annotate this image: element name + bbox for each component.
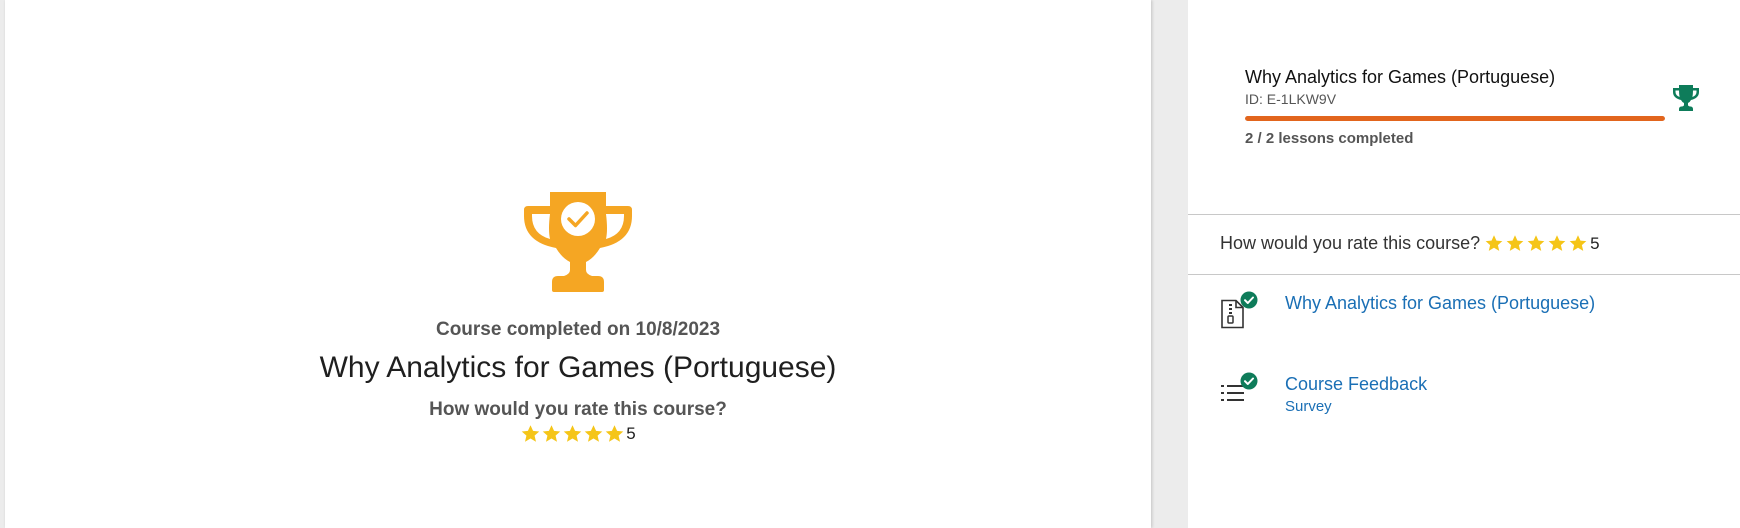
progress-bar	[1245, 116, 1665, 121]
sidebar-rating[interactable]: How would you rate this course? 5	[1220, 233, 1600, 254]
lesson-title-link[interactable]: Why Analytics for Games (Portuguese)	[1285, 293, 1595, 314]
course-sidebar: Why Analytics for Games (Portuguese) ID:…	[1188, 0, 1740, 528]
star-icon[interactable]	[1547, 234, 1567, 253]
check-circle-icon	[1240, 291, 1258, 309]
star-icon[interactable]	[583, 424, 604, 444]
rating-question: How would you rate this course?	[429, 399, 727, 420]
course-title: Why Analytics for Games (Portuguese)	[319, 351, 837, 384]
lesson-text: Why Analytics for Games (Portuguese)	[1285, 293, 1595, 329]
lesson-icon-wrap	[1220, 291, 1260, 329]
star-rating[interactable]: 5	[520, 424, 636, 444]
star-icon[interactable]	[562, 424, 583, 444]
divider	[1188, 274, 1740, 275]
trophy-check-icon	[524, 192, 632, 292]
star-icon[interactable]	[1526, 234, 1546, 253]
lessons-completed: 2 / 2 lessons completed	[1245, 130, 1414, 147]
star-icon[interactable]	[541, 424, 562, 444]
course-id: ID: E-1LKW9V	[1245, 91, 1337, 107]
sidebar-rating-question: How would you rate this course?	[1220, 233, 1481, 253]
star-icon[interactable]	[520, 424, 541, 444]
rating-value: 5	[626, 424, 636, 443]
check-circle-icon	[1240, 372, 1258, 390]
survey-subtitle: Survey	[1285, 398, 1332, 415]
star-icon[interactable]	[604, 424, 625, 444]
star-icon[interactable]	[1484, 234, 1504, 253]
completion-summary: Course completed on 10/8/2023 Why Analyt…	[5, 186, 1151, 444]
course-completion-pane: Course completed on 10/8/2023 Why Analyt…	[5, 0, 1151, 528]
trophy-icon	[1673, 85, 1699, 111]
completed-date: Course completed on 10/8/2023	[435, 319, 721, 340]
lesson-item[interactable]: Why Analytics for Games (Portuguese)	[1220, 291, 1595, 329]
course-header: Why Analytics for Games (Portuguese) ID:…	[1245, 67, 1665, 147]
survey-title-link[interactable]: Course Feedback	[1285, 374, 1427, 395]
survey-item[interactable]: Course Feedback Survey	[1220, 372, 1427, 415]
star-icon[interactable]	[1505, 234, 1525, 253]
star-icon[interactable]	[1568, 234, 1588, 253]
divider	[1188, 214, 1740, 215]
sidebar-rating-value: 5	[1590, 233, 1600, 253]
survey-text: Course Feedback Survey	[1285, 374, 1427, 415]
progress-fill	[1245, 116, 1665, 121]
sidebar-course-title: Why Analytics for Games (Portuguese)	[1245, 67, 1556, 87]
survey-icon-wrap	[1220, 372, 1260, 410]
